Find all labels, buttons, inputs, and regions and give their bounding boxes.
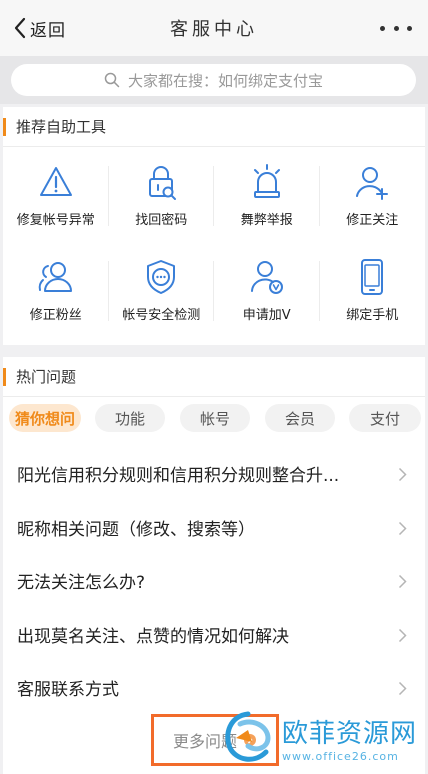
- chevron-right-icon: [398, 628, 407, 642]
- more-menu-button[interactable]: [380, 18, 412, 38]
- chevron-right-icon: [398, 467, 407, 482]
- top-nav-bar: 返回 客服中心: [0, 0, 428, 56]
- section-header: 推荐自助工具: [3, 107, 425, 147]
- tool-fix-fans[interactable]: 修正粉丝: [3, 243, 109, 338]
- tool-label: 申请加V: [242, 308, 291, 323]
- tool-recover-password[interactable]: 找回密码: [109, 148, 215, 243]
- chevron-right-icon: [398, 681, 407, 696]
- tool-fix-account[interactable]: 修复帐号异常: [3, 148, 109, 243]
- question-item[interactable]: 客服联系方式: [3, 661, 425, 715]
- search-input[interactable]: 大家都在搜：如何绑定支付宝: [11, 64, 416, 96]
- more-questions-label: 更多问题: [172, 732, 237, 751]
- tool-label: 帐号安全检测: [122, 308, 201, 323]
- user-verified-icon: [250, 261, 283, 294]
- lock-search-icon: [149, 166, 177, 200]
- tab-payment[interactable]: 支付: [349, 404, 421, 432]
- self-service-tools-card: 推荐自助工具 修复帐号异常 找回密码 舞弊举报 修正关注 修正粉丝 帐号安全检测…: [3, 107, 425, 345]
- more-dots-icon: [380, 25, 385, 31]
- chevron-right-icon: [398, 521, 407, 535]
- tool-label: 修复帐号异常: [16, 213, 95, 228]
- question-item[interactable]: 无法关注怎么办?: [3, 554, 425, 608]
- tool-label: 修正关注: [346, 213, 399, 228]
- search-bar: 大家都在搜：如何绑定支付宝: [0, 56, 428, 104]
- arrow-right-circle-icon: [244, 734, 256, 746]
- question-item[interactable]: 昵称相关问题（修改、搜索等）: [3, 501, 425, 555]
- tool-fraud-report[interactable]: 舞弊举报: [214, 148, 320, 243]
- phone-icon: [361, 259, 384, 295]
- question-text: 昵称相关问题（修改、搜索等）: [17, 519, 255, 540]
- hot-questions-card: 热门问题 猜你想问 功能 帐号 会员 支付 阳光信用积分规则和信用积分规则整合升…: [3, 357, 425, 774]
- question-item[interactable]: 阳光信用积分规则和信用积分规则整合升...: [3, 447, 425, 501]
- tool-apply-verified[interactable]: 申请加V: [214, 243, 320, 338]
- tab-features[interactable]: 功能: [95, 404, 165, 432]
- tool-label: 绑定手机: [346, 308, 399, 323]
- question-list: 阳光信用积分规则和信用积分规则整合升... 昵称相关问题（修改、搜索等） 无法关…: [3, 447, 425, 715]
- question-text: 客服联系方式: [17, 680, 119, 701]
- question-text: 出现莫名关注、点赞的情况如何解决: [17, 626, 289, 647]
- section-title: 推荐自助工具: [16, 118, 107, 136]
- tool-label: 舞弊举报: [240, 213, 293, 228]
- tab-membership[interactable]: 会员: [265, 404, 335, 432]
- tool-grid: 修复帐号异常 找回密码 舞弊举报 修正关注 修正粉丝 帐号安全检测 申请加V 绑…: [3, 148, 425, 344]
- users-icon: [38, 262, 72, 292]
- tool-bind-phone[interactable]: 绑定手机: [320, 243, 426, 338]
- section-title: 热门问题: [16, 368, 77, 386]
- alarm-light-icon: [253, 164, 280, 198]
- more-questions-button[interactable]: 更多问题: [151, 714, 279, 766]
- tool-label: 找回密码: [135, 213, 188, 228]
- question-item[interactable]: 出现莫名关注、点赞的情况如何解决: [3, 608, 425, 662]
- tab-account[interactable]: 帐号: [180, 404, 250, 432]
- section-header: 热门问题: [3, 357, 425, 397]
- question-text: 无法关注怎么办?: [17, 573, 146, 594]
- search-icon: [104, 72, 120, 88]
- tool-fix-following[interactable]: 修正关注: [320, 148, 426, 243]
- question-category-tabs: 猜你想问 功能 帐号 会员 支付: [3, 398, 425, 442]
- tab-guess[interactable]: 猜你想问: [9, 404, 81, 432]
- shield-icon: [147, 260, 176, 294]
- user-add-icon: [356, 167, 389, 200]
- section-accent-bar: [3, 117, 6, 136]
- section-accent-bar: [3, 367, 6, 386]
- page-title: 客服中心: [170, 19, 258, 40]
- tool-security-check[interactable]: 帐号安全检测: [109, 243, 215, 338]
- tool-label: 修正粉丝: [29, 308, 82, 323]
- chevron-right-icon: [398, 574, 407, 589]
- warning-triangle-icon: [39, 167, 72, 196]
- question-text: 阳光信用积分规则和信用积分规则整合升...: [17, 466, 340, 487]
- search-placeholder: 大家都在搜：如何绑定支付宝: [127, 71, 323, 90]
